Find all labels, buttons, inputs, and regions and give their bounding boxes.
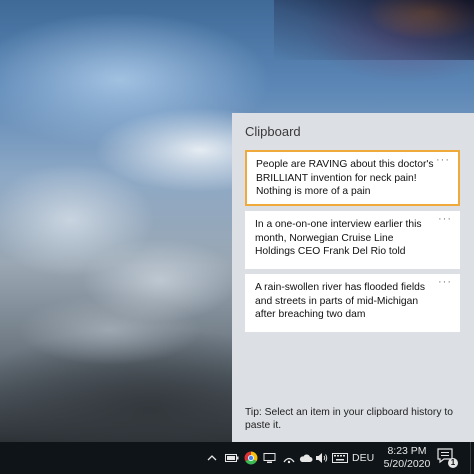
chrome-icon[interactable] [243, 450, 259, 466]
network-icon[interactable] [281, 450, 297, 466]
more-options-icon[interactable]: ··· [436, 154, 450, 168]
clipboard-item-text: In a one-on-one interview earlier this m… [255, 219, 422, 257]
clipboard-item[interactable]: People are RAVING about this doctor's BR… [245, 150, 460, 206]
volume-icon[interactable] [314, 450, 330, 466]
clipboard-tip: Tip: Select an item in your clipboard hi… [245, 407, 453, 431]
clipboard-item-text: People are RAVING about this doctor's BR… [256, 159, 434, 197]
more-options-icon[interactable]: ··· [438, 276, 452, 290]
input-language[interactable]: DEU [352, 452, 374, 464]
taskbar: DEU 8:23 PM 5/20/2020 1 [0, 442, 474, 474]
chevron-up-icon[interactable] [204, 450, 220, 466]
clipboard-item[interactable]: In a one-on-one interview earlier this m… [245, 211, 460, 269]
clipboard-item[interactable]: A rain-swollen river has flooded fields … [245, 274, 460, 332]
clipboard-flyout: Clipboard People are RAVING about this d… [232, 113, 474, 442]
clock-date: 5/20/2020 [383, 458, 431, 470]
keyboard-icon[interactable] [331, 450, 349, 466]
battery-icon[interactable] [224, 450, 240, 466]
clipboard-title: Clipboard [245, 124, 301, 139]
action-center-button[interactable]: 1 [437, 448, 458, 468]
space-backdrop [274, 0, 474, 60]
show-desktop-button[interactable] [470, 442, 474, 474]
cloud-icon[interactable] [298, 450, 314, 466]
onedrive-icon[interactable] [262, 450, 278, 466]
more-options-icon[interactable]: ··· [438, 213, 452, 227]
clock-time: 8:23 PM [387, 445, 427, 457]
clipboard-item-text: A rain-swollen river has flooded fields … [255, 282, 425, 320]
notification-count-badge: 1 [448, 458, 458, 468]
clock[interactable]: 8:23 PM 5/20/2020 [380, 445, 434, 471]
